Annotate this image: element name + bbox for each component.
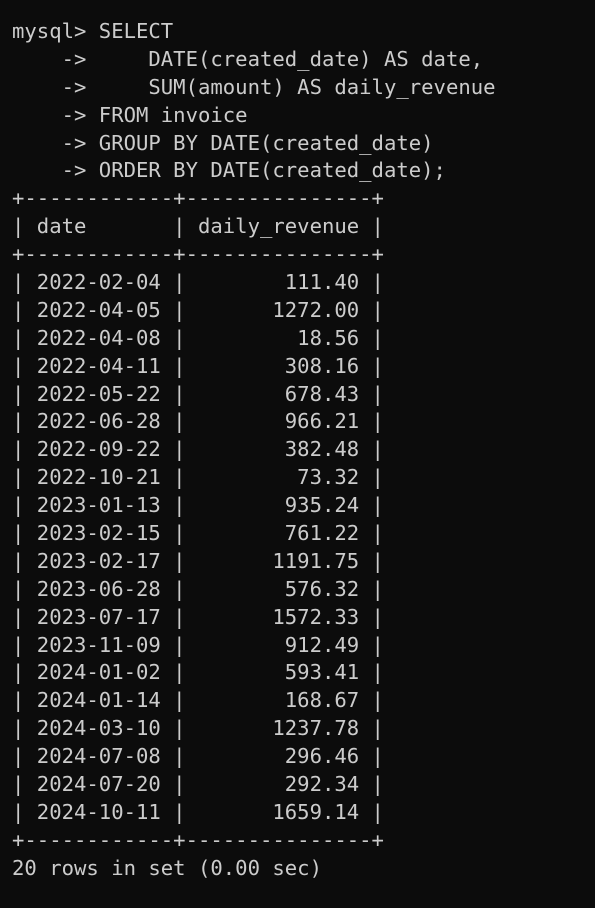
table-row: | 2024-10-11 | 1659.14 |: [12, 799, 384, 824]
table-row: | 2023-11-09 | 912.49 |: [12, 632, 384, 657]
table-row: | 2023-01-13 | 935.24 |: [12, 493, 384, 518]
table-row: | 2024-07-20 | 292.34 |: [12, 772, 384, 797]
query-line: -> ORDER BY DATE(created_date);: [12, 158, 446, 183]
table-row: | 2022-09-22 | 382.48 |: [12, 437, 384, 462]
table-row: | 2024-01-02 | 593.41 |: [12, 660, 384, 685]
query-line: -> DATE(created_date) AS date,: [12, 46, 484, 71]
table-row: | 2023-02-15 | 761.22 |: [12, 521, 384, 546]
table-header: | date | daily_revenue |: [12, 214, 384, 239]
table-row: | 2022-04-11 | 308.16 |: [12, 353, 384, 378]
terminal-window[interactable]: mysql> SELECT -> DATE(created_date) AS d…: [0, 0, 595, 908]
table-row: | 2022-10-21 | 73.32 |: [12, 465, 384, 490]
table-row: | 2022-06-28 | 966.21 |: [12, 409, 384, 434]
table-row: | 2024-03-10 | 1237.78 |: [12, 716, 384, 741]
table-row: | 2023-06-28 | 576.32 |: [12, 576, 384, 601]
table-row: | 2024-01-14 | 168.67 |: [12, 688, 384, 713]
query-line: -> SUM(amount) AS daily_revenue: [12, 74, 496, 99]
table-row: | 2022-04-05 | 1272.00 |: [12, 297, 384, 322]
table-border-top: +------------+---------------+: [12, 186, 384, 211]
table-row: | 2022-04-08 | 18.56 |: [12, 325, 384, 350]
result-status: 20 rows in set (0.00 sec): [12, 855, 322, 880]
table-row: | 2024-07-08 | 296.46 |: [12, 744, 384, 769]
table-row: | 2023-02-17 | 1191.75 |: [12, 548, 384, 573]
query-line: mysql> SELECT: [12, 19, 174, 43]
table-row: | 2022-02-04 | 111.40 |: [12, 270, 384, 295]
table-border-bottom: +------------+---------------+: [12, 827, 384, 852]
query-line: -> FROM invoice: [12, 102, 248, 127]
query-line: -> GROUP BY DATE(created_date): [12, 130, 434, 155]
table-row: | 2023-07-17 | 1572.33 |: [12, 604, 384, 629]
table-border-mid: +------------+---------------+: [12, 242, 384, 267]
table-row: | 2022-05-22 | 678.43 |: [12, 381, 384, 406]
